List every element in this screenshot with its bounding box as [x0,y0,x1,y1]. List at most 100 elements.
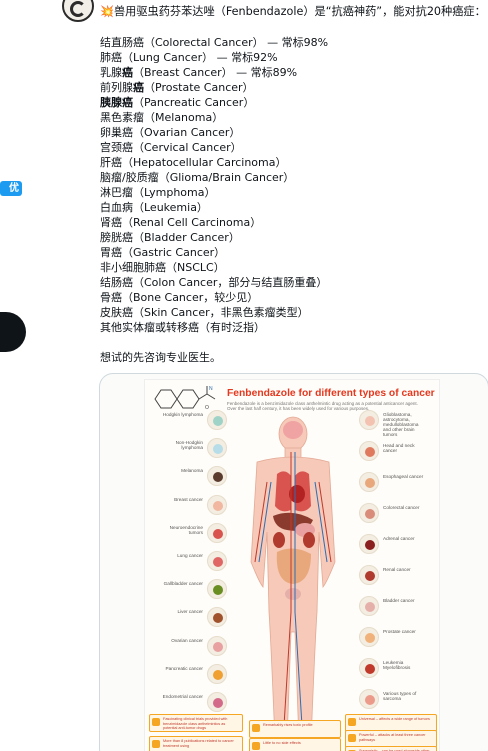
right-organ-callout: Bladder cancer [359,596,439,618]
cancer-name: 肾癌（Renal Cell Carcinoma） [100,216,262,229]
cancer-list-item: 肾癌（Renal Cell Carcinoma） [100,215,480,230]
post-image-card[interactable]: O N Fenbendazole for different types of … [99,373,488,751]
cancer-name: 宫颈癌（Cervical Cancer） [100,141,242,154]
poster-note: More than 8 publications related to canc… [149,736,243,751]
organ-icon [359,565,379,585]
organ-icon [359,503,379,523]
left-organ-callout: Ovarian cancer [159,635,227,658]
organ-label: Renal cancer [383,567,411,572]
left-organ-callout: Liver cancer [159,607,227,629]
poster-note-text: More than 8 publications related to canc… [163,739,234,748]
left-organ-callout: Breast cancer [159,494,227,517]
right-organ-callout: Renal cancer [359,565,439,587]
cancer-list-item: 膀胱癌（Bladder Cancer） [100,230,480,245]
poster-note: Synergistic – can be used alongside othe… [345,746,437,751]
right-organ-callout: Prostate cancer [359,627,439,649]
cancer-name: 结直肠癌（Colorectal Cancer） — 常标98% [100,36,329,49]
cancer-name: 脑瘤/胶质瘤（Glioma/Brain Cancer） [100,171,295,184]
cancer-name: 肝癌（Hepatocellular Carcinoma） [100,156,287,169]
organ-label: Gallbladder cancer [163,581,203,587]
cancer-list-item: 结直肠癌（Colorectal Cancer） — 常标98% [100,35,480,50]
organ-icon [359,410,379,430]
cancer-list-item: 白血病（Leukemia） [100,200,480,215]
cancer-list-item: 肺癌（Lung Cancer） — 常标92% [100,50,480,65]
left-organ-callout: Lung cancer [159,551,227,573]
organ-label: Melanoma [181,468,203,474]
poster-note: Fascinating clinical trials provided wit… [149,714,243,732]
organ-label: Lung cancer [177,553,203,558]
checkmark-icon [152,718,160,726]
organ-icon [207,635,227,656]
organ-label: Head and neck cancer [383,443,415,453]
cancer-name: （Prostate Cancer） [144,81,254,94]
organ-icon [207,607,227,628]
poster-note-text: Little to no side effects [263,741,301,745]
checkmark-icon [152,740,160,748]
poster-note: Remarkably rises toxic profile [249,720,341,738]
avatar-logo-icon [70,1,86,17]
organ-icon [359,658,379,678]
organ-icon [207,438,227,459]
cancer-emphasis: 癌 [133,81,144,94]
svg-text:N: N [209,386,213,392]
cancer-name: 肺癌（Lung Cancer） — 常标92% [100,51,278,64]
organ-icon [207,663,227,684]
cancer-name: （Breast Cancer） — 常标89% [133,66,298,79]
left-organ-callout: Non-Hodgkin lymphoma [159,438,227,460]
organ-label: Pancreatic cancer [165,665,203,671]
organ-label: Glioblastoma, astrocytoma, medulloblasto… [383,412,419,437]
human-anatomy-illustration [250,416,336,743]
poster-note-text: Powerful – attacks at least three cancer… [359,733,426,742]
cancer-name: 黑色素瘤（Melanoma） [100,111,224,124]
cancer-name: 其他实体瘤或转移癌（有时泛指） [100,321,265,334]
organ-label: Neuroendocrine tumors [169,524,203,535]
cancer-name: 皮肤癌（Skin Cancer，非黑色素瘤类型） [100,306,309,319]
left-organ-callout: Endometrial cancer [159,692,227,714]
cancer-name: 膀胱癌（Bladder Cancer） [100,231,240,244]
organ-icon [359,534,379,554]
infographic-poster: O N Fenbendazole for different types of … [144,379,440,751]
poster-note-text: Universal – affects a wide range of tumo… [359,717,430,721]
cancer-name: 非小细胞肺癌（NSCLC） [100,261,225,274]
cancer-list-item: 前列腺癌（Prostate Cancer） [100,80,480,95]
checkmark-icon [252,742,260,750]
organ-label: Bladder cancer [383,598,415,603]
promo-badge[interactable]: 优惠 [0,181,22,196]
cancer-list-item: 其他实体瘤或转移癌（有时泛指） [100,320,480,335]
cancer-name: 结肠癌（Colon Cancer，部分与结直肠重叠） [100,276,328,289]
cancer-list-item: 胃癌（Gastric Cancer） [100,245,480,260]
poster-note-text: Fascinating clinical trials provided wit… [163,717,228,730]
floating-action-button[interactable] [0,312,26,352]
headline-text: 兽用驱虫药芬苯达唑（Fenbendazole）是“抗癌神药”，能对抗20种癌症： [113,5,486,18]
poster-note: Little to no side effects [249,738,341,751]
avatar[interactable] [62,0,94,22]
poster-title: Fenbendazole for different types of canc… [227,388,435,399]
cancer-list-item: 淋巴瘤（Lymphoma） [100,185,480,200]
right-organ-callout: Various types of sarcoma [359,689,439,711]
organ-label: Endometrial cancer [162,694,203,699]
cancer-name: 淋巴瘤（Lymphoma） [100,186,216,199]
checkmark-icon [348,734,356,742]
organ-label: Adrenal cancer [383,536,415,541]
left-organ-callout: Melanoma [159,466,227,488]
organ-label: Ovarian cancer [171,637,203,643]
cancer-list-item: 脑瘤/胶质瘤（Glioma/Brain Cancer） [100,170,480,185]
organ-icon [359,627,379,647]
organ-icon [359,441,379,461]
explosion-emoji-icon: 💥 [100,5,114,18]
organ-label: Prostate cancer [383,629,416,634]
cancer-prefix: 乳腺 [100,66,122,79]
right-organ-callout: Leukemia Myelofibrosis [359,658,439,680]
cancer-name: 白血病（Leukemia） [100,201,208,214]
organ-label: Esophageal cancer [383,474,424,479]
cancer-name: （Pancreatic Cancer） [133,96,255,109]
cancer-name: 卵巢癌（Ovarian Cancer） [100,126,241,139]
left-organ-callout: Gallbladder cancer [159,579,227,601]
cancer-list-item: 肝癌（Hepatocellular Carcinoma） [100,155,480,170]
organ-label: Liver cancer [177,609,203,615]
cancer-emphasis: 癌 [122,66,133,79]
organ-icon [359,596,379,616]
organ-icon [359,689,379,709]
organ-icon [207,494,227,515]
cancer-list-item: 皮肤癌（Skin Cancer，非黑色素瘤类型） [100,305,480,320]
